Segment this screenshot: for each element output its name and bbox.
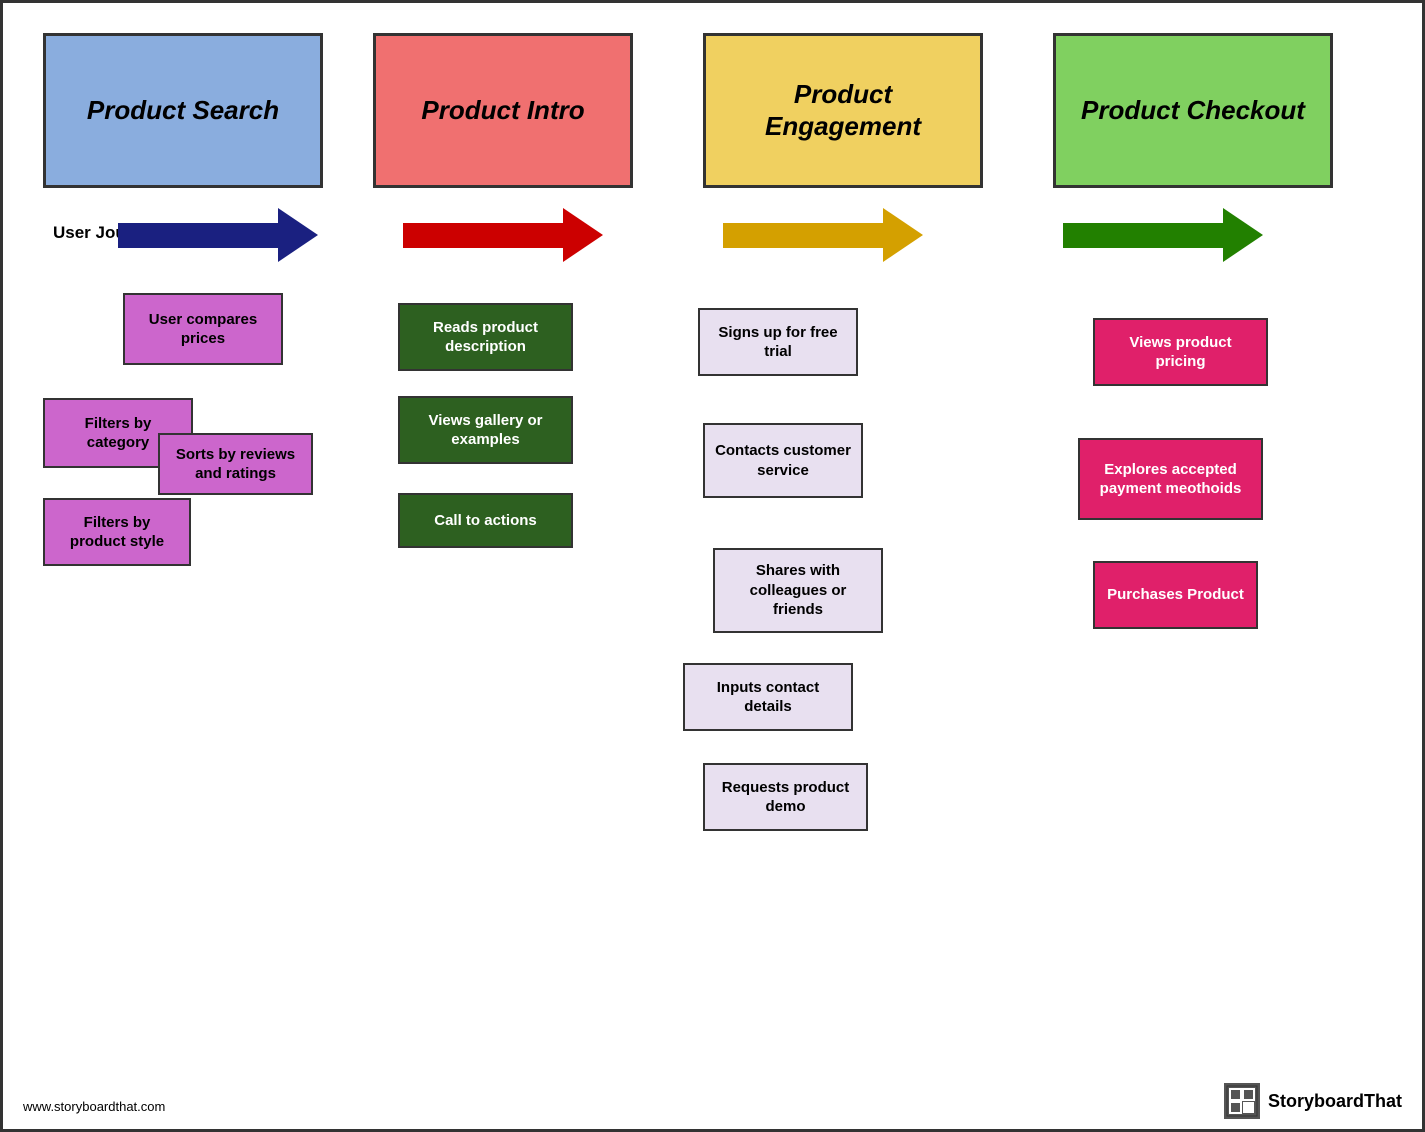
arrow-col1 bbox=[118, 208, 318, 263]
card-requests-demo: Requests product demo bbox=[703, 763, 868, 831]
col2-header: Product Intro bbox=[373, 33, 633, 188]
card-contacts-service: Contacts customer service bbox=[703, 423, 863, 498]
logo-icon bbox=[1224, 1083, 1260, 1119]
arrow-col4 bbox=[1063, 208, 1263, 263]
col3-title: Product Engagement bbox=[716, 79, 970, 141]
col4-header: Product Checkout bbox=[1053, 33, 1333, 188]
card-user-compares: User compares prices bbox=[123, 293, 283, 365]
col1-title: Product Search bbox=[87, 95, 279, 126]
arrow-col2 bbox=[403, 208, 603, 263]
card-inputs-contact: Inputs contact details bbox=[683, 663, 853, 731]
card-shares: Shares with colleagues or friends bbox=[713, 548, 883, 633]
footer-website: www.storyboardthat.com bbox=[23, 1099, 165, 1114]
col2-title: Product Intro bbox=[421, 95, 584, 126]
card-views-pricing: Views product pricing bbox=[1093, 318, 1268, 386]
card-views-gallery: Views gallery or examples bbox=[398, 396, 573, 464]
logo-area: StoryboardThat bbox=[1224, 1083, 1402, 1119]
canvas: Product Search Product Intro Product Eng… bbox=[3, 3, 1422, 1129]
card-purchases: Purchases Product bbox=[1093, 561, 1258, 629]
col3-header: Product Engagement bbox=[703, 33, 983, 188]
logo-text: StoryboardThat bbox=[1268, 1091, 1402, 1112]
card-reads-desc: Reads product description bbox=[398, 303, 573, 371]
card-signs-up: Signs up for free trial bbox=[698, 308, 858, 376]
arrow-col3 bbox=[723, 208, 923, 263]
card-call-actions: Call to actions bbox=[398, 493, 573, 548]
card-sorts-reviews: Sorts by reviews and ratings bbox=[158, 433, 313, 495]
col4-title: Product Checkout bbox=[1081, 95, 1305, 126]
card-filters-style: Filters by product style bbox=[43, 498, 191, 566]
col1-header: Product Search bbox=[43, 33, 323, 188]
card-explores-payment: Explores accepted payment meothoids bbox=[1078, 438, 1263, 520]
